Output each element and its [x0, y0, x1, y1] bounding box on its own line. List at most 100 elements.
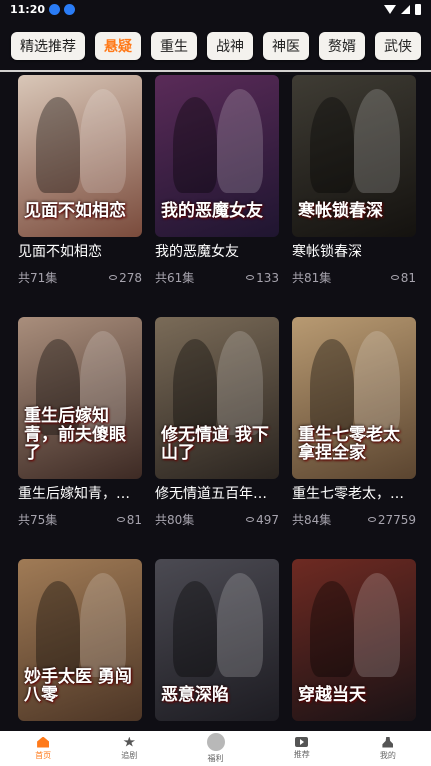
nav-label: 首页 — [35, 750, 52, 760]
poster-figure — [217, 89, 263, 193]
drama-meta: 共81集 81 — [292, 269, 416, 286]
drama-title[interactable]: 重生七零老太，拿捏全家 — [292, 483, 416, 503]
category-tab[interactable]: 神医 — [263, 32, 309, 60]
wifi-icon — [384, 4, 396, 14]
episode-count: 共61集 — [155, 271, 195, 285]
drama-card[interactable]: 重生后嫁知青，前夫傻眼了重生后嫁知青，前夫傻眼了共75集81 — [18, 317, 142, 528]
drama-card[interactable]: 妙手太医 勇闯八零妙手太医勇闯八零 — [18, 559, 142, 726]
drama-meta: 共80集 497 — [155, 511, 279, 528]
drama-poster[interactable]: 恶意深陷 — [155, 559, 279, 721]
episode-count: 共84集 — [292, 513, 332, 527]
poster-figure — [310, 97, 354, 193]
drama-title[interactable]: 寒帐锁春深 — [292, 241, 416, 261]
drama-card[interactable]: 我的恶魔女友 我的恶魔女友 共61集 133 — [155, 75, 279, 286]
view-count: 278 — [109, 269, 142, 286]
drama-meta: 共84集 27759 — [292, 511, 416, 528]
drama-title[interactable]: 修无情道五百年，我下山了 — [155, 483, 279, 503]
notification-icon — [49, 3, 61, 15]
play-icon — [295, 737, 309, 747]
battery-icon — [415, 3, 421, 15]
nav-label: 推荐 — [293, 750, 310, 759]
notification-icon — [64, 3, 76, 15]
poster-figure — [36, 97, 80, 193]
category-tab[interactable]: 精选推荐 — [11, 32, 85, 60]
drama-title[interactable]: 恶意深陷 — [155, 725, 279, 726]
poster-figure — [36, 581, 80, 677]
episode-count: 共81集 — [292, 271, 332, 285]
drama-poster[interactable]: 重生后嫁知青，前夫傻眼了 — [18, 317, 142, 479]
drama-title[interactable]: 见面不如相恋 — [18, 241, 142, 261]
drama-poster[interactable]: 妙手太医 勇闯八零 — [18, 559, 142, 721]
status-icons — [384, 3, 421, 15]
view-count: 81 — [390, 269, 416, 286]
star-icon — [123, 736, 136, 747]
category-tab[interactable]: 重生 — [151, 32, 197, 60]
poster-title-art: 见面不如相恋 — [24, 201, 126, 222]
eye-icon — [116, 517, 125, 522]
poster-figure — [310, 339, 354, 435]
view-number: 81 — [400, 270, 416, 285]
view-number: 497 — [256, 512, 279, 527]
poster-figure — [80, 573, 126, 677]
category-tab[interactable]: 武侠 — [375, 32, 421, 60]
drama-card[interactable]: 穿越当天穿越当天逆袭 — [292, 559, 416, 726]
nav-item-user[interactable]: 我的 — [345, 731, 431, 766]
drama-grid[interactable]: 见面不如相恋 见面不如相恋 共71集 278 我的恶魔女友 我的恶魔女友 共61集 133 寒帐… — [0, 72, 431, 726]
category-tab[interactable]: 战神 — [207, 32, 253, 60]
drama-title[interactable]: 穿越当天逆袭 — [292, 725, 416, 726]
drama-card[interactable]: 重生七零老太 拿捏全家重生七零老太，拿捏全家共84集 27759 — [292, 317, 416, 528]
nav-item-play[interactable]: 推荐 — [259, 731, 345, 766]
episode-count: 共80集 — [155, 513, 195, 527]
drama-meta: 共61集 133 — [155, 269, 279, 286]
drama-poster[interactable]: 我的恶魔女友 — [155, 75, 279, 237]
drama-poster[interactable]: 穿越当天 — [292, 559, 416, 721]
drama-meta: 共75集 81 — [18, 511, 142, 528]
drama-card[interactable]: 修无情道 我下山了修无情道五百年，我下山了共80集 497 — [155, 317, 279, 528]
episode-count: 共71集 — [18, 271, 58, 285]
category-tab[interactable]: 悬疑 — [95, 32, 141, 60]
eye-icon — [246, 517, 255, 522]
drama-poster[interactable]: 寒帐锁春深 — [292, 75, 416, 237]
poster-figure — [217, 573, 263, 677]
status-time: 11:20 — [10, 2, 46, 16]
category-tabs: 精选推荐 悬疑 重生 战神 神医 赘婿 武侠 — [0, 22, 431, 70]
eye-icon — [390, 275, 399, 280]
nav-item-welfare[interactable]: 福利 — [172, 731, 258, 766]
drama-title[interactable]: 妙手太医勇闯八零 — [18, 725, 142, 726]
drama-poster[interactable]: 见面不如相恋 — [18, 75, 142, 237]
poster-figure — [173, 339, 217, 435]
view-number: 278 — [119, 270, 142, 285]
nav-label: 追剧 — [121, 750, 138, 760]
poster-title-art: 重生后嫁知青，前夫傻眼了 — [24, 405, 126, 464]
drama-card[interactable]: 见面不如相恋 见面不如相恋 共71集 278 — [18, 75, 142, 286]
nav-label: 我的 — [379, 750, 396, 760]
poster-title-art: 寒帐锁春深 — [298, 201, 383, 222]
drama-poster[interactable]: 修无情道 我下山了 — [155, 317, 279, 479]
nav-item-home[interactable]: 首页 — [0, 731, 86, 766]
poster-figure — [354, 573, 400, 677]
view-count: 133 — [246, 269, 279, 286]
poster-figure — [173, 97, 217, 193]
poster-title-art: 修无情道 我下山了 — [161, 424, 269, 464]
drama-poster[interactable]: 重生七零老太 拿捏全家 — [292, 317, 416, 479]
drama-card[interactable]: 恶意深陷恶意深陷 — [155, 559, 279, 726]
nav-item-star[interactable]: 追剧 — [86, 731, 172, 766]
view-count: 81 — [116, 511, 142, 528]
poster-title-art: 我的恶魔女友 — [161, 201, 263, 222]
user-icon — [382, 736, 394, 748]
nav-label: 福利 — [207, 754, 224, 763]
poster-figure — [310, 581, 354, 677]
drama-card[interactable]: 寒帐锁春深 寒帐锁春深 共81集 81 — [292, 75, 416, 286]
poster-figure — [354, 331, 400, 435]
drama-meta: 共71集 278 — [18, 269, 142, 286]
category-tab[interactable]: 赘婿 — [319, 32, 365, 60]
drama-title[interactable]: 我的恶魔女友 — [155, 241, 279, 261]
poster-figure — [217, 331, 263, 435]
poster-title-art: 恶意深陷 — [161, 685, 229, 706]
view-count: 497 — [246, 511, 279, 528]
drama-title[interactable]: 重生后嫁知青，前夫傻眼了 — [18, 483, 142, 503]
eye-icon — [246, 275, 255, 280]
bottom-nav: 首页 追剧 福利 推荐 我的 — [0, 731, 431, 766]
poster-figure — [80, 89, 126, 193]
episode-count: 共75集 — [18, 513, 58, 527]
